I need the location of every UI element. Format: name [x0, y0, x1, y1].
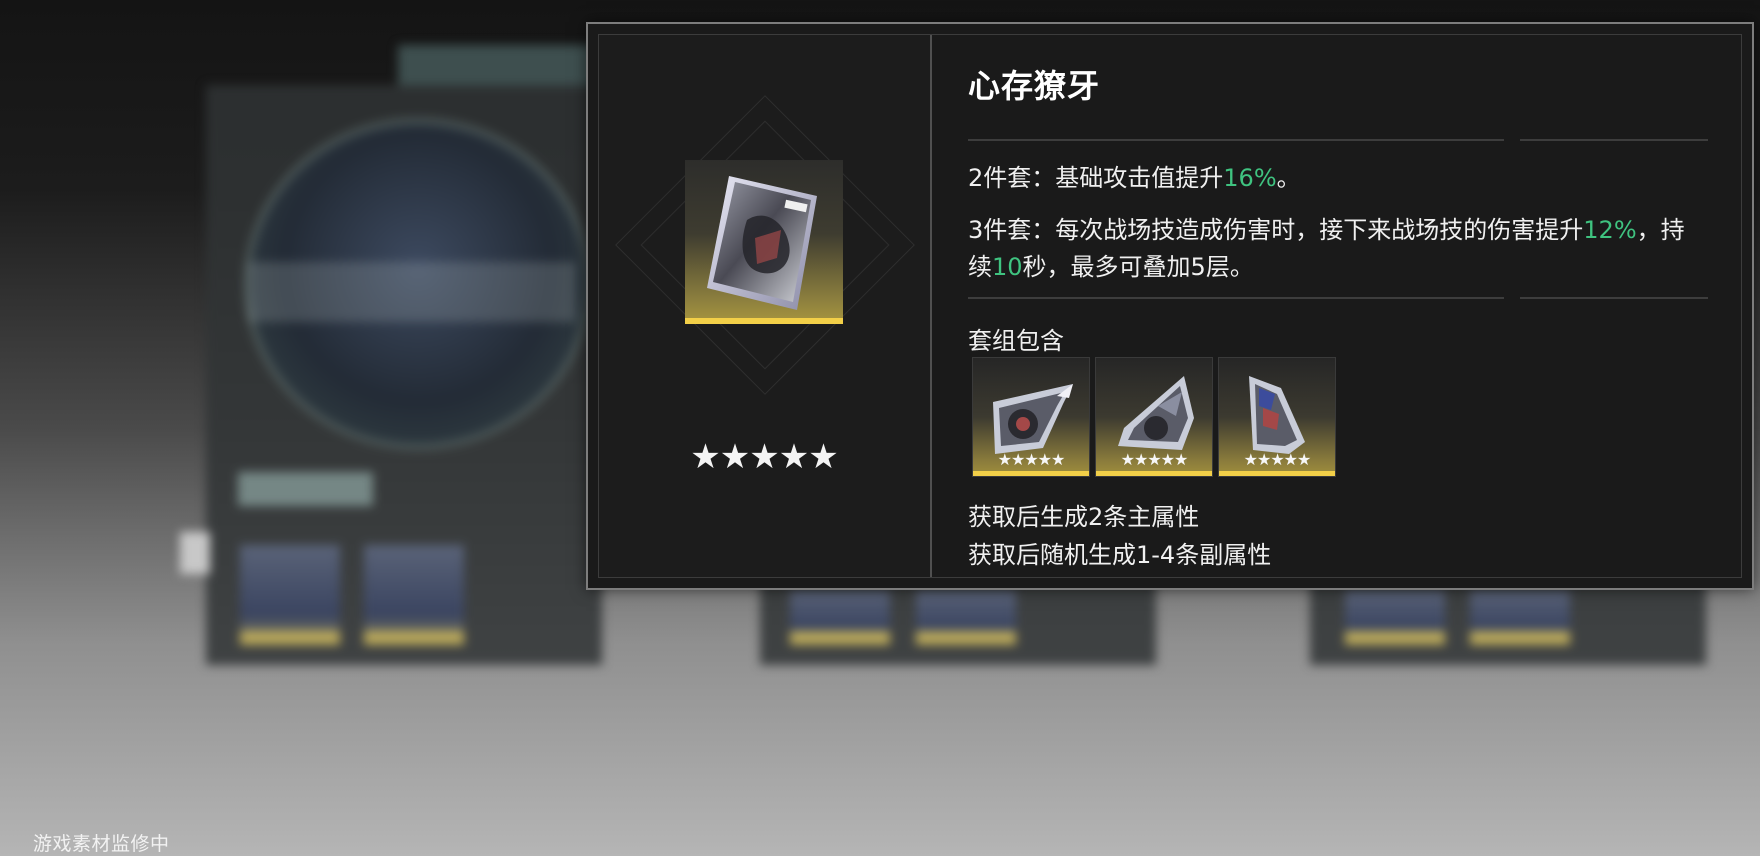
sub-stat-note: 获取后随机生成1-4条副属性	[968, 541, 1272, 569]
piece-rarity-strip	[973, 471, 1089, 476]
set-bonus-3pc-text: 3件套：每次战场技造成伤害时，接下来战场技的伤害提升	[968, 216, 1584, 244]
background-card-strip	[364, 631, 464, 645]
piece-rarity-stars: ★★★★★	[1120, 450, 1189, 469]
set-bonus-2pc-value: 16%	[1223, 164, 1277, 192]
watermark-text: 游戏素材监修中	[33, 833, 170, 855]
set-bonus-3pc: 3件套：每次战场技造成伤害时，接下来战场技的伤害提升12%，持续10秒，最多可叠…	[968, 212, 1688, 286]
main-stat-note: 获取后生成2条主属性	[968, 503, 1200, 531]
set-bonus-2pc-text: 2件套：基础攻击值提升	[968, 164, 1224, 192]
set-bonus-3pc-suffix: 秒，最多可叠加5层。	[1022, 253, 1254, 281]
background-card-strip	[240, 631, 340, 645]
rarity-strip	[685, 318, 843, 324]
piece-rarity-strip	[1219, 471, 1335, 476]
set-piece-item[interactable]: ★★★★★	[1218, 357, 1336, 477]
set-bonus-2pc: 2件套：基础攻击值提升16%。	[968, 160, 1688, 197]
piece-rarity-stars: ★★★★★	[997, 450, 1066, 469]
background-card	[240, 545, 340, 645]
tooltip-info-panel: 心存獠牙 2件套：基础攻击值提升16%。 3件套：每次战场技造成伤害时，接下来战…	[931, 35, 1741, 577]
set-detail-tooltip: ★★★★★ 心存獠牙 2件套：基础攻击值提升16%。 3件套：每次战场技造成伤害…	[586, 22, 1754, 590]
background-card-strip	[1470, 631, 1570, 645]
background-card-strip	[1345, 631, 1445, 645]
set-bonus-3pc-duration: 10	[992, 253, 1023, 281]
set-main-icon	[685, 160, 843, 324]
background-card-strip	[916, 631, 1016, 645]
set-piece-item[interactable]: ★★★★★	[972, 357, 1090, 477]
piece-rarity-strip	[1096, 471, 1212, 476]
background-header-tab	[398, 45, 608, 87]
background-card-strip	[790, 631, 890, 645]
effects-divider-end	[1520, 297, 1708, 299]
set-bonus-3pc-value: 12%	[1583, 216, 1637, 244]
set-contains-label: 套组包含	[968, 327, 1064, 355]
set-name-title: 心存獠牙	[968, 67, 1101, 105]
background-side-tab	[180, 532, 210, 574]
rarity-stars: ★★★★★	[690, 437, 838, 477]
effects-divider	[968, 297, 1504, 299]
set-piece-item[interactable]: ★★★★★	[1095, 357, 1213, 477]
drive-disc-card-icon	[707, 176, 817, 310]
title-divider-end	[1520, 139, 1708, 141]
background-card	[364, 545, 464, 645]
background-section-title	[238, 472, 373, 506]
title-divider	[968, 139, 1504, 141]
tooltip-icon-panel: ★★★★★	[599, 35, 932, 577]
piece-rarity-stars: ★★★★★	[1243, 450, 1312, 469]
background-emblem-band	[248, 262, 576, 322]
set-bonus-2pc-suffix: 。	[1276, 164, 1301, 192]
